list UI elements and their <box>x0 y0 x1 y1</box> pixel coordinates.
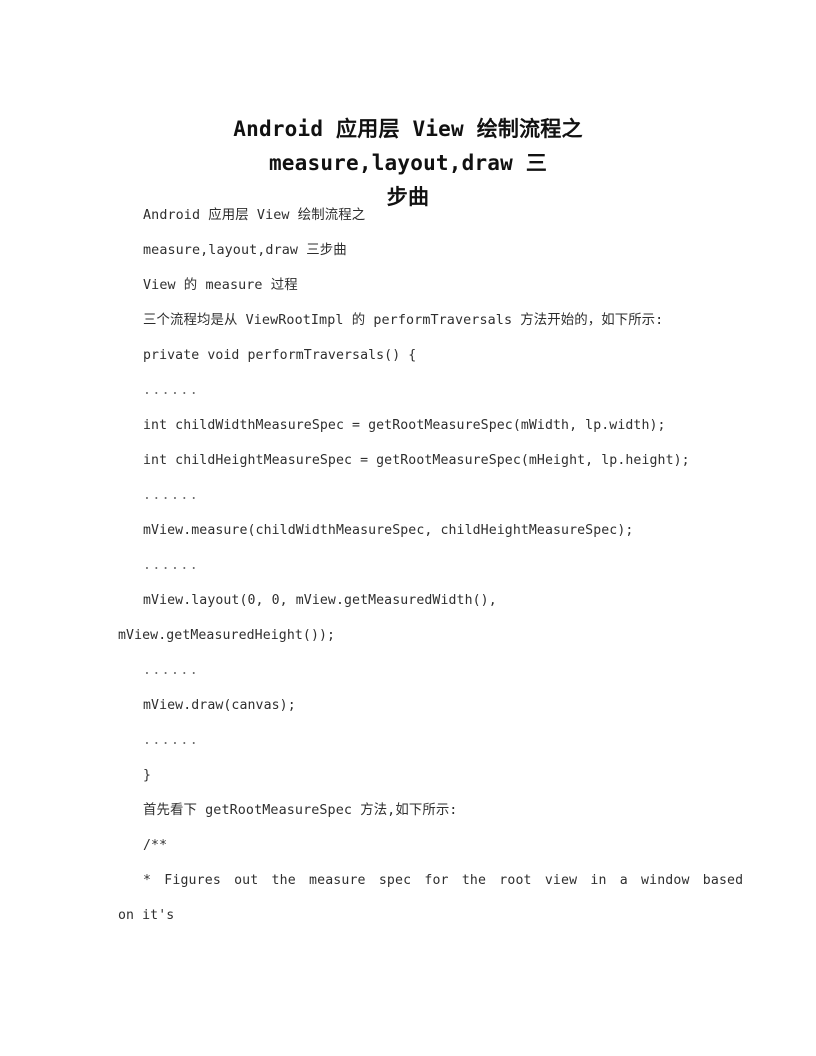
code-line: mView.layout(0, 0, mView.getMeasuredWidt… <box>143 593 497 608</box>
body-line: 三个流程均是从 ViewRootImpl 的 performTraversals… <box>143 313 664 328</box>
body-line: 首先看下 getRootMeasureSpec 方法,如下所示: <box>143 803 458 818</box>
code-line: mView.draw(canvas); <box>143 698 296 713</box>
ellipsis-line: ...... <box>143 558 200 573</box>
body-line: Android 应用层 View 绘制流程之 <box>143 208 366 223</box>
ellipsis-line: ...... <box>143 663 200 678</box>
code-comment-line: * Figures out the measure spec for the r… <box>143 873 744 888</box>
ellipsis-line: ...... <box>143 383 200 398</box>
document-page: Android 应用层 View 绘制流程之 measure,layout,dr… <box>0 0 816 1056</box>
page-title-line-1: Android 应用层 View 绘制流程之 measure,layout,dr… <box>233 117 596 175</box>
code-line: int childHeightMeasureSpec = getRootMeas… <box>143 453 690 468</box>
ellipsis-line: ...... <box>143 488 200 503</box>
body-line: View 的 measure 过程 <box>143 278 298 293</box>
code-line: } <box>143 768 152 783</box>
body-line: measure,layout,draw 三步曲 <box>143 243 347 258</box>
code-line: mView.measure(childWidthMeasureSpec, chi… <box>143 523 634 538</box>
code-line-wrapped: mView.getMeasuredHeight()); <box>118 628 336 643</box>
code-comment-line: /** <box>143 838 168 853</box>
code-comment-line-wrapped: on it's <box>118 908 175 923</box>
document-body: Android 应用层 View 绘制流程之 measure,layout,dr… <box>118 198 744 933</box>
ellipsis-line: ...... <box>143 733 200 748</box>
code-line: private void performTraversals() { <box>143 348 417 363</box>
code-line: int childWidthMeasureSpec = getRootMeasu… <box>143 418 666 433</box>
